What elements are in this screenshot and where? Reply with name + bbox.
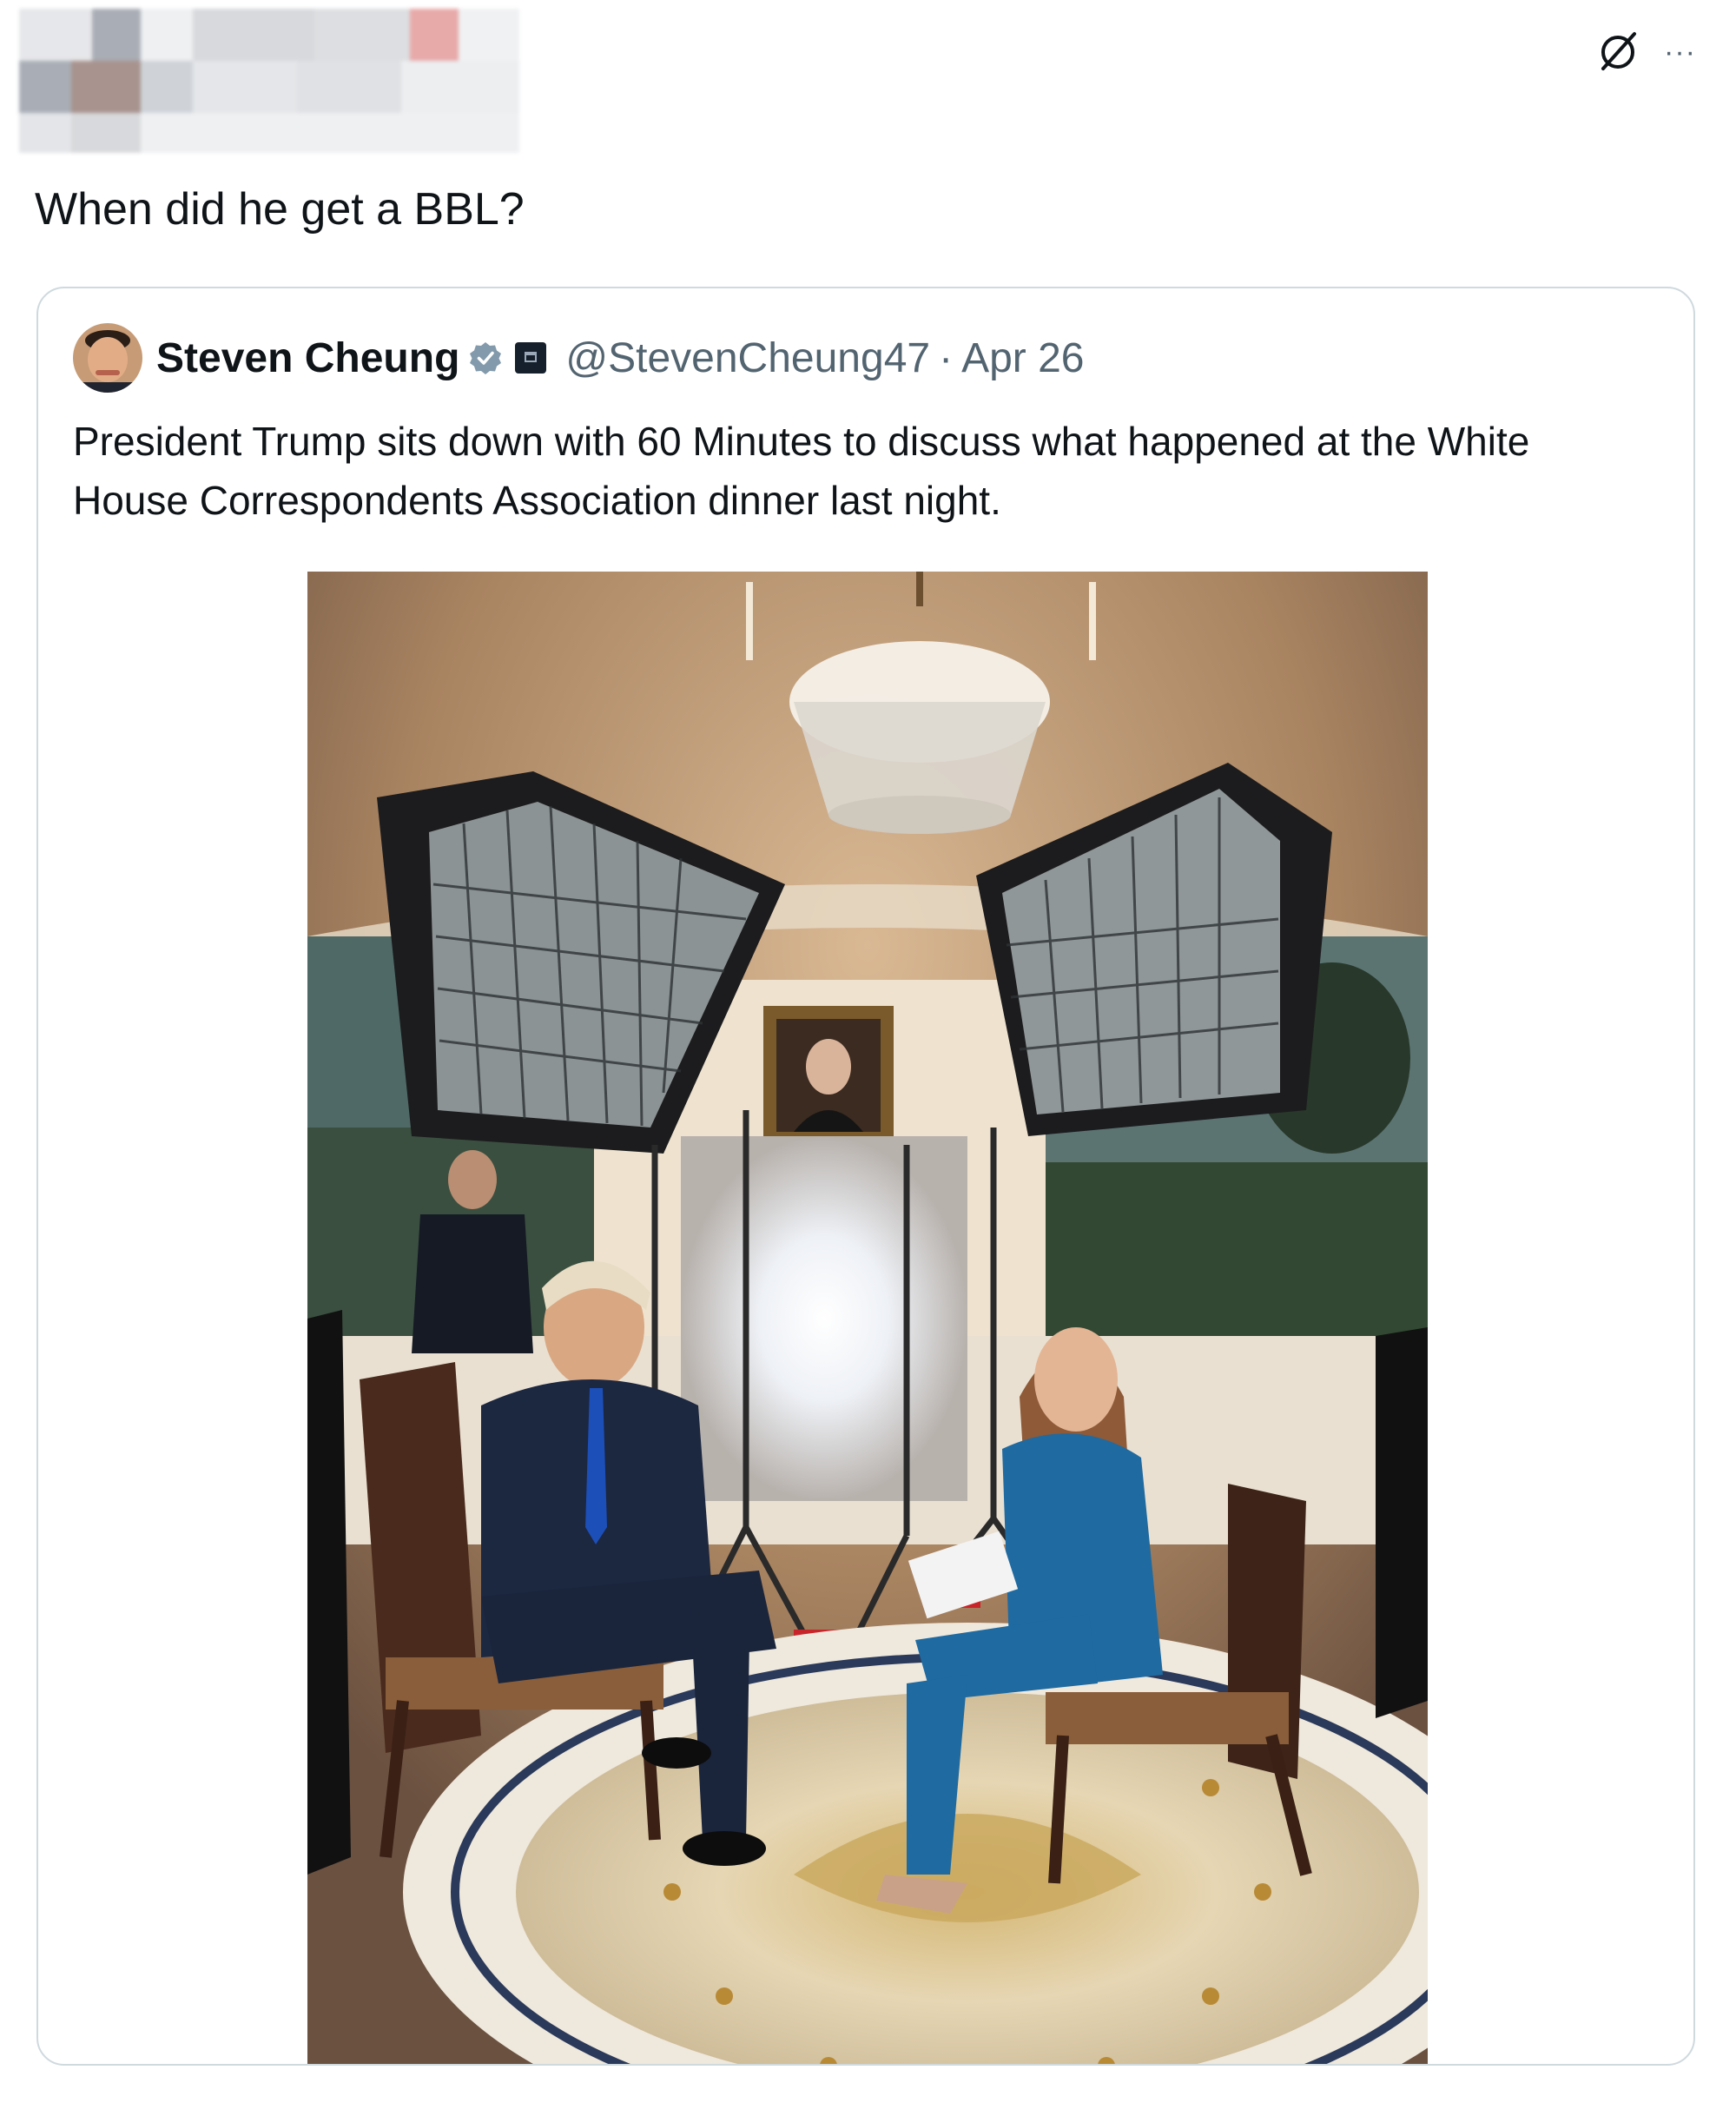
tweet-date[interactable]: Apr 26 [961,334,1084,382]
quoted-tweet-text: President Trump sits down with 60 Minute… [73,419,1530,523]
interview-photo[interactable] [307,572,1428,2066]
handle[interactable]: @StevenCheung47 [565,334,930,382]
avatar[interactable] [73,323,142,393]
display-name[interactable]: Steven Cheung [156,334,459,382]
verified-badge-icon [470,342,502,374]
more-horizontal-icon[interactable]: ··· [1664,37,1696,67]
redacted-author-header [19,9,519,153]
grok-icon[interactable] [1594,29,1641,76]
tweet-header-actions: ··· [1594,26,1696,78]
quoted-tweet-header: Steven Cheung @StevenCheung47 · Apr 26 [73,323,1085,393]
quoted-tweet-card[interactable]: Steven Cheung @StevenCheung47 · Apr 26 P… [36,287,1695,2066]
tweet-text: When did he get a BBL? [35,184,525,235]
government-affiliation-badge-icon[interactable] [515,342,547,374]
separator-dot: · [939,334,954,381]
